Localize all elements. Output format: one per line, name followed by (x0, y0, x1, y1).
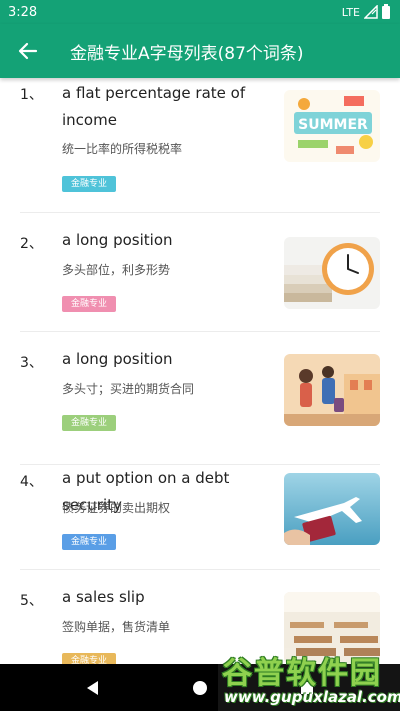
item-index: 2、 (20, 236, 43, 252)
category-tag: 金融专业 (62, 176, 117, 192)
item-term: a long position (62, 231, 173, 249)
watermark-logo: 谷普软件园 www.gupuxlazal.com (218, 648, 400, 711)
term-list: 1、 a flat percentage rate of income 统一比率… (0, 78, 400, 664)
travelers-illustration-image (284, 354, 380, 426)
clock-and-books-image (284, 237, 380, 309)
battery-icon (382, 3, 390, 19)
svg-text:SUMMER: SUMMER (298, 117, 368, 133)
list-item[interactable]: 3、 a long position 多头寸；买进的期货合同 金融专业 (20, 332, 380, 465)
list-item[interactable]: 1、 a flat percentage rate of income 统一比率… (20, 78, 380, 213)
item-meaning: 多头寸；买进的期货合同 (62, 382, 195, 396)
item-index: 1、 (20, 87, 43, 103)
watermark-url: www.gupuxlazal.com (224, 688, 400, 706)
summer-poster-image: SUMMER (284, 90, 380, 162)
item-term: a flat percentage rate of income (62, 84, 246, 129)
nav-home-icon[interactable] (188, 676, 212, 700)
category-tag: 金融专业 (62, 296, 117, 312)
item-index: 4、 (20, 474, 43, 490)
item-index: 3、 (20, 355, 43, 371)
page-title: 金融专业A字母列表(87个词条) (70, 43, 304, 64)
item-meaning: 债务证券的卖出期权 (62, 501, 171, 515)
status-time: 3:28 (8, 4, 38, 20)
item-meaning: 签购单据，售货清单 (62, 620, 171, 634)
airplane-passport-image (284, 473, 380, 545)
category-tag: 金融专业 (62, 653, 117, 664)
item-meaning: 多头部位，利多形势 (62, 263, 171, 277)
nav-back-icon[interactable] (81, 676, 105, 700)
back-arrow-icon[interactable] (0, 24, 56, 78)
category-tag: 金融专业 (62, 415, 117, 431)
list-item[interactable]: 4、 a put option on a debt security 债务证券的… (20, 465, 380, 570)
status-icons: LTE (341, 3, 390, 19)
item-index: 5、 (20, 593, 43, 609)
app-bar: 金融专业A字母列表(87个词条) (0, 24, 400, 78)
item-term: a long position (62, 350, 173, 368)
watermark-title: 谷普软件园 (222, 656, 382, 691)
list-item[interactable]: 2、 a long position 多头部位，利多形势 金融专业 (20, 213, 380, 332)
category-tag: 金融专业 (62, 534, 117, 550)
status-bar: 3:28 LTE (0, 0, 400, 24)
item-term: a sales slip (62, 588, 145, 606)
item-meaning: 统一比率的所得税税率 (62, 142, 183, 156)
network-label: LTE (341, 5, 360, 19)
signal-icon (364, 5, 378, 19)
